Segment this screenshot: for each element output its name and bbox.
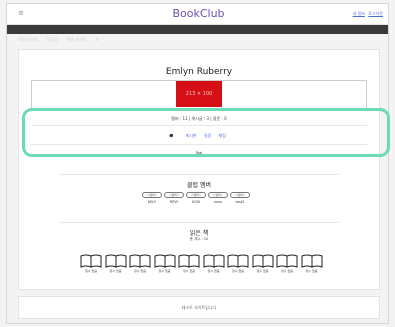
book-item[interactable]: 정수 없음 xyxy=(252,254,274,273)
book-item[interactable]: 정수 없음 xyxy=(301,254,323,273)
highlight-box xyxy=(22,108,390,157)
member-item[interactable]: <멤버> test2 xyxy=(230,192,250,204)
member-role-badge: <멤버> xyxy=(208,192,228,198)
divider xyxy=(59,174,339,175)
book-item[interactable]: 정수 없음 xyxy=(154,254,176,273)
member-item[interactable]: <멤버> RPVI xyxy=(164,192,184,204)
page-frame: ≡ BookClub 내 정보 로그아웃 모임 리스트 독후감 알림 리스트 4… xyxy=(6,3,389,324)
book-icon xyxy=(301,254,322,268)
book-caption: 정수 없음 xyxy=(109,269,122,273)
book-caption: 정수 없음 xyxy=(256,269,269,273)
nav-item-notifications[interactable]: 알림 리스트 xyxy=(67,37,87,42)
member-name: xxxx xyxy=(213,200,223,204)
footer-text: 테스트 사이트입니다 xyxy=(181,305,217,310)
book-caption: 정수 없음 xyxy=(232,269,244,273)
top-bar: ≡ BookClub 내 정보 로그아웃 xyxy=(7,4,388,25)
books-title: 읽은 책 xyxy=(189,230,209,237)
book-item[interactable]: 정수 없음 xyxy=(227,254,249,273)
book-item[interactable]: 정수 없음 xyxy=(129,254,151,273)
book-icon xyxy=(154,254,175,268)
club-name: Emlyn Ruberry xyxy=(165,67,233,77)
book-caption: 정수 없음 xyxy=(281,269,293,273)
auth-links: 내 정보 로그아웃 xyxy=(351,11,383,17)
banner-placeholder: 213 × 100 xyxy=(176,81,222,107)
book-item[interactable]: 정수 없음 xyxy=(276,254,298,273)
member-role-badge: <멤버> xyxy=(142,192,162,198)
book-caption: 정수 없음 xyxy=(134,269,146,273)
my-info-link[interactable]: 내 정보 xyxy=(353,11,365,16)
nav-item-notification-count[interactable]: 4 xyxy=(96,37,99,42)
book-icon xyxy=(129,254,151,268)
book-item[interactable]: 정수 없음 xyxy=(105,254,127,273)
main-nav: 모임 리스트 독후감 알림 리스트 4 xyxy=(7,25,388,42)
book-caption: 정수 없음 xyxy=(207,269,220,273)
member-item[interactable]: <멤버> KELY xyxy=(142,192,162,204)
member-name: RPVI xyxy=(170,200,178,204)
book-item[interactable]: 정수 없음 xyxy=(178,254,200,273)
book-icon xyxy=(178,254,200,268)
logout-link[interactable]: 로그아웃 xyxy=(368,11,383,16)
book-item[interactable]: 정수 없음 xyxy=(203,254,225,273)
club-card: Emlyn Ruberry 213 × 100 멤버 : 11 | 게시글 : … xyxy=(18,49,380,290)
book-icon xyxy=(252,254,273,268)
book-icon xyxy=(105,254,126,268)
nav-item-club-list[interactable]: 모임 리스트 xyxy=(18,37,38,42)
member-role-badge: <멤버> xyxy=(230,192,250,198)
book-icon xyxy=(276,254,298,268)
book-icon xyxy=(203,254,224,268)
member-role-badge: <멤버> xyxy=(186,192,206,198)
member-name: test2 xyxy=(235,200,245,204)
books-count: 총 개수 : 10 xyxy=(189,237,209,241)
member-name: UOSI xyxy=(191,200,201,204)
footer-card: 테스트 사이트입니다 xyxy=(18,296,380,319)
book-caption: 정수 없음 xyxy=(183,269,195,273)
book-caption: 정수 없음 xyxy=(85,269,97,273)
book-caption: 정수 없음 xyxy=(158,269,171,273)
book-item[interactable]: 정수 없음 xyxy=(80,254,102,273)
member-item[interactable]: <멤버> xxxx xyxy=(208,192,228,204)
member-item[interactable]: <멤버> UOSI xyxy=(186,192,206,204)
member-name: KELY xyxy=(147,200,157,204)
book-caption: 정수 없음 xyxy=(305,269,318,273)
book-icon xyxy=(227,254,249,268)
members-title: 클럽 멤버 xyxy=(187,182,211,189)
divider xyxy=(59,222,339,223)
member-role-badge: <멤버> xyxy=(164,192,184,198)
brand-title[interactable]: BookClub xyxy=(7,7,388,20)
book-icon xyxy=(80,254,102,268)
nav-item-reviews[interactable]: 독후감 xyxy=(47,37,58,42)
